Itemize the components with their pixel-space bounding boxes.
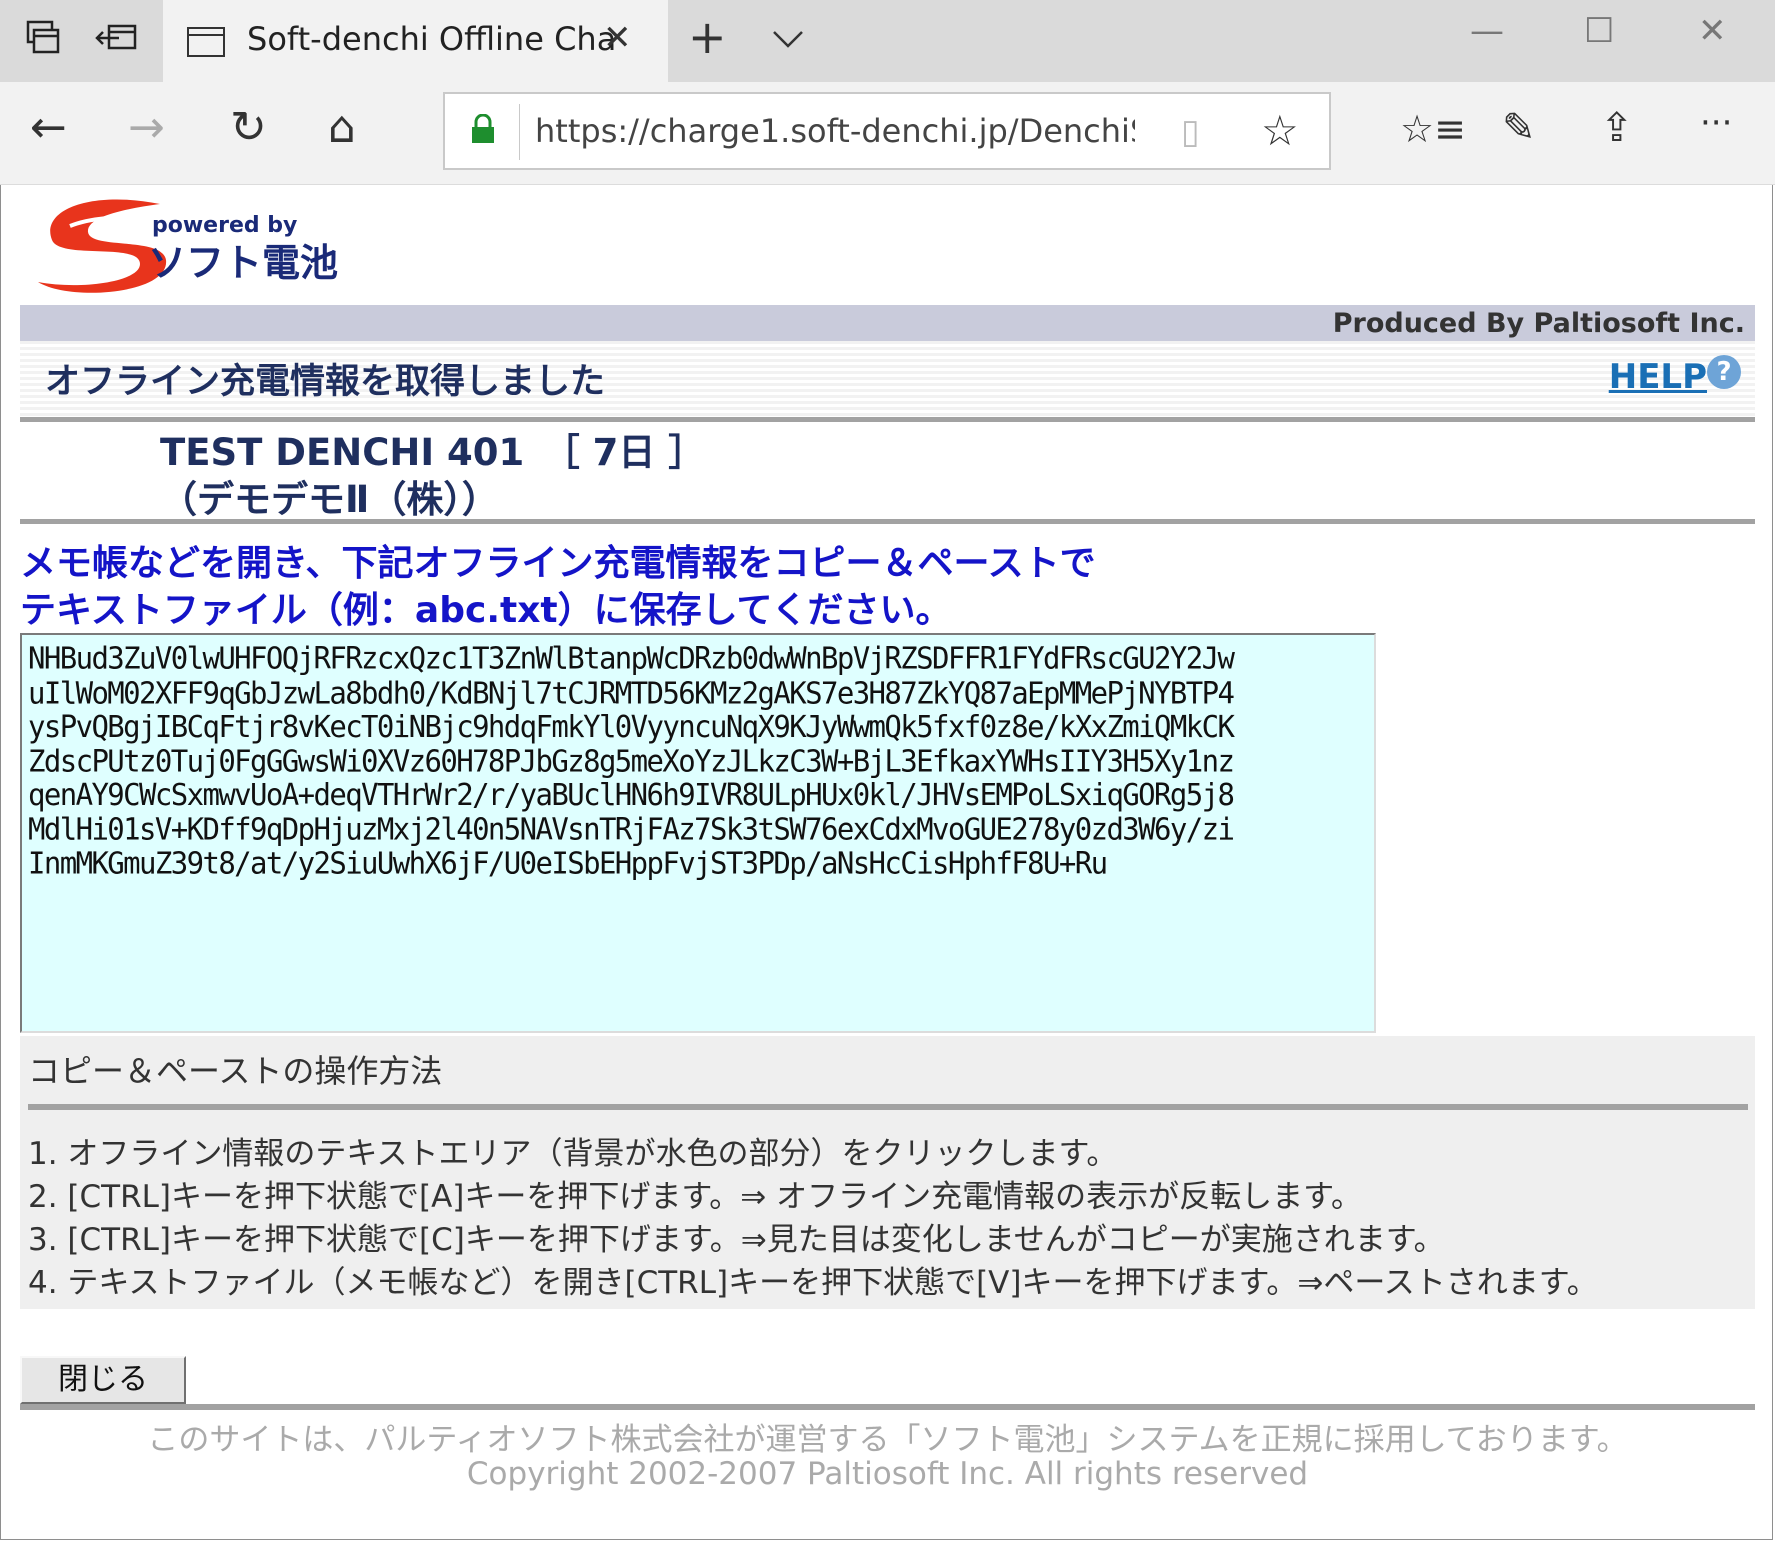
favorite-star-icon[interactable]: ☆ <box>1261 106 1299 155</box>
logo-powered-by: powered by <box>152 213 297 238</box>
instruction-line-2: テキストファイル（例：abc.txt）に保存してください。 <box>20 590 952 631</box>
howto-section: コピー＆ペーストの操作方法 1. オフライン情報のテキストエリア（背景が水色の部… <box>20 1036 1755 1309</box>
tab-preview-icon[interactable] <box>20 18 68 66</box>
tab-bar: Soft-denchi Offline Cha ✕ + — ☐ ✕ <box>0 0 1775 82</box>
howto-step: 2. [CTRL]キーを押下状態で[A]キーを押下げます。⇒ オフライン充電情報… <box>28 1179 1363 1215</box>
divider <box>20 519 1755 524</box>
divider <box>28 1104 1748 1110</box>
home-icon[interactable]: ⌂ <box>328 106 356 150</box>
divider <box>20 1404 1755 1410</box>
soft-denchi-logo: powered by ソフト電池 <box>30 190 370 300</box>
back-icon[interactable]: ← <box>30 106 67 150</box>
instruction-line-1: メモ帳などを開き、下記オフライン充電情報をコピー＆ペーストで <box>20 543 1096 584</box>
footer-notice: このサイトは、パルティオソフト株式会社が運営する「ソフト電池」システムを正規に採… <box>147 1422 1628 1458</box>
url-text[interactable]: https://charge1.soft-denchi.jp/DenchiSys… <box>535 112 1135 150</box>
howto-step: 4. テキストファイル（メモ帳など）を開き[CTRL]キーを押下状態で[V]キー… <box>28 1265 1598 1301</box>
title-bar: オフライン充電情報を取得しました HELP ? <box>20 341 1755 417</box>
product-name: TEST DENCHI 401 ［ 7日 ］ <box>160 431 706 474</box>
howto-step: 3. [CTRL]キーを押下状態で[C]キーを押下げます。⇒見た目は変化しません… <box>28 1222 1445 1258</box>
offline-code-text[interactable]: NHBud3ZuV0lwUHFOQjRFRzcxQzc1T3ZnWlBtanpW… <box>22 635 1374 886</box>
reading-view-icon[interactable]: ▯ <box>1181 112 1200 152</box>
new-tab-icon[interactable]: + <box>688 14 727 60</box>
help-link[interactable]: HELP <box>1609 357 1707 397</box>
offline-info-textarea[interactable]: NHBud3ZuV0lwUHFOQjRFRzcxQzc1T3ZnWlBtanpW… <box>20 633 1376 1033</box>
forward-icon[interactable]: → <box>128 106 165 150</box>
howto-title: コピー＆ペーストの操作方法 <box>28 1052 443 1090</box>
maximize-icon[interactable]: ☐ <box>1584 14 1614 48</box>
close-button[interactable]: 閉じる <box>20 1356 186 1404</box>
address-bar[interactable]: https://charge1.soft-denchi.jp/DenchiSys… <box>443 92 1331 170</box>
more-icon[interactable]: ··· <box>1700 106 1732 140</box>
window-close-icon[interactable]: ✕ <box>1698 14 1727 48</box>
howto-step: 1. オフライン情報のテキストエリア（背景が水色の部分）をクリックします。 <box>28 1136 1118 1172</box>
company-name: （デモデモⅡ（株）） <box>160 478 499 521</box>
producer-bar: Produced By Paltiosoft Inc. <box>20 305 1755 341</box>
share-icon[interactable]: ⇪ <box>1600 108 1634 148</box>
help-question-icon[interactable]: ? <box>1707 355 1741 389</box>
tab-close-icon[interactable]: ✕ <box>603 18 632 58</box>
set-aside-tabs-icon[interactable] <box>92 18 140 66</box>
active-tab[interactable]: Soft-denchi Offline Cha ✕ <box>163 0 668 82</box>
lock-icon <box>471 113 495 144</box>
page-title: オフライン充電情報を取得しました <box>45 362 606 402</box>
page-icon <box>187 27 225 57</box>
address-separator <box>519 104 520 160</box>
chevron-down-icon[interactable] <box>768 20 808 60</box>
navigation-bar: ← → ↻ ⌂ https://charge1.soft-denchi.jp/D… <box>0 82 1775 185</box>
tab-title: Soft-denchi Offline Cha <box>247 20 617 58</box>
refresh-icon[interactable]: ↻ <box>230 106 267 150</box>
footer-copyright: Copyright 2002-2007 Paltiosoft Inc. All … <box>466 1456 1309 1492</box>
favorites-hub-icon[interactable]: ☆≡ <box>1400 110 1466 148</box>
notes-pen-icon[interactable]: ✎ <box>1502 108 1536 148</box>
minimize-icon[interactable]: — <box>1470 14 1504 48</box>
logo-main-text: ソフト電池 <box>148 241 338 285</box>
producer-text: Produced By Paltiosoft Inc. <box>1332 308 1745 339</box>
